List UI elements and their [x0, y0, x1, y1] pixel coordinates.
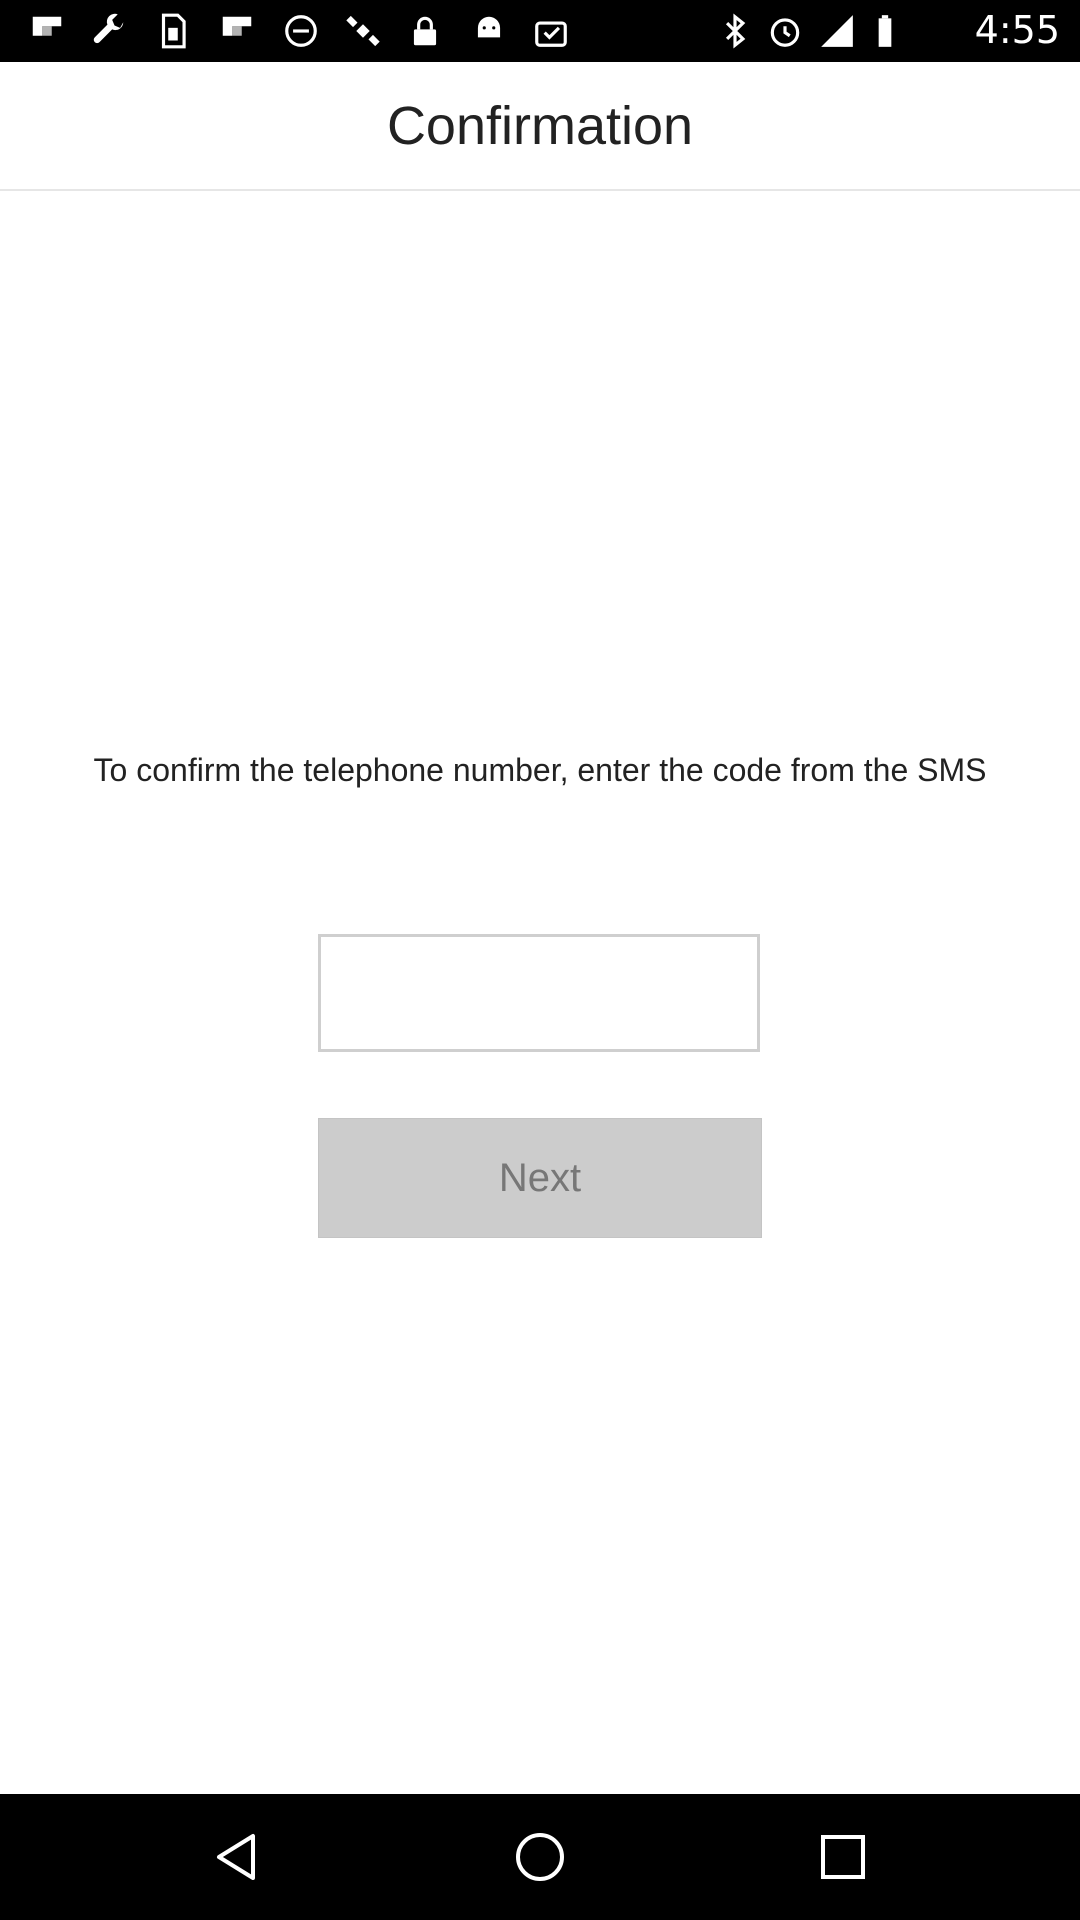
- lock-icon: [406, 12, 444, 50]
- bluetooth-icon: [716, 12, 754, 50]
- back-icon[interactable]: [203, 1822, 273, 1892]
- page-title: Confirmation: [386, 95, 694, 156]
- sim-card-icon: [154, 12, 192, 50]
- status-time: 4:55: [974, 8, 1060, 52]
- next-button-label: Next: [498, 1155, 582, 1200]
- home-icon[interactable]: [505, 1822, 575, 1892]
- alarm-icon: [766, 12, 804, 50]
- sms-code-input[interactable]: [318, 934, 760, 1052]
- clipboard-check-icon: [532, 12, 570, 50]
- signal-icon: [818, 12, 856, 50]
- wrench-icon: [90, 12, 128, 50]
- app-bar: Confirmation: [0, 62, 1080, 191]
- battery-icon: [866, 12, 904, 50]
- next-button[interactable]: Next: [318, 1118, 762, 1238]
- blocked-icon: [282, 12, 320, 50]
- android-icon: [470, 12, 508, 50]
- recents-icon[interactable]: [808, 1822, 878, 1892]
- flipboard-icon: [218, 12, 256, 50]
- instruction-text: To confirm the telephone number, enter t…: [93, 752, 987, 788]
- satellite-icon: [344, 12, 382, 50]
- status-bar: 4:55: [0, 0, 1080, 62]
- navigation-bar: [0, 1794, 1080, 1920]
- flipboard-icon: [28, 12, 66, 50]
